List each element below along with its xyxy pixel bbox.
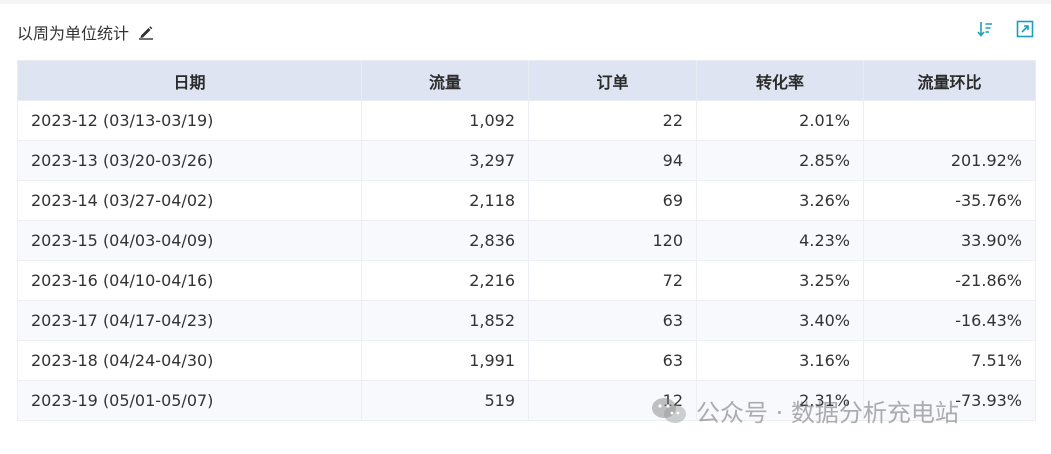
cell-orders: 120 [528,220,697,261]
cell-date: 2023-18 (04/24-04/30) [17,340,362,381]
cell-traffic: 3,297 [361,140,529,181]
cell-date: 2023-19 (05/01-05/07) [17,380,362,421]
cell-date: 2023-14 (03/27-04/02) [17,180,362,221]
cell-date: 2023-15 (04/03-04/09) [17,220,362,261]
cell-orders: 69 [528,180,697,221]
cell-orders: 12 [528,380,697,421]
table-header-row: 日期 流量 订单 转化率 流量环比 [17,60,1036,101]
cell-conversion-rate: 3.26% [696,180,864,221]
weekly-stats-table: 日期 流量 订单 转化率 流量环比 2023-12 (03/13-03/19) … [17,60,1036,421]
cell-traffic: 1,991 [361,340,529,381]
cell-conversion-rate: 3.25% [696,260,864,301]
panel-title-group: 以周为单位统计 [17,20,155,44]
sort-descending-icon[interactable] [975,19,995,39]
table-row: 2023-17 (04/17-04/23) 1,852 63 3.40% -16… [17,300,1036,341]
cell-conversion-rate: 4.23% [696,220,864,261]
cell-conversion-rate: 2.85% [696,140,864,181]
cell-traffic-change: -21.86% [863,260,1036,301]
cell-orders: 63 [528,340,697,381]
panel-header: 以周为单位统计 [17,17,1035,45]
cell-conversion-rate: 3.16% [696,340,864,381]
cell-date: 2023-17 (04/17-04/23) [17,300,362,341]
column-header-traffic-change[interactable]: 流量环比 [863,60,1036,101]
cell-orders: 72 [528,260,697,301]
table-row: 2023-12 (03/13-03/19) 1,092 22 2.01% [17,100,1036,141]
table-row: 2023-18 (04/24-04/30) 1,991 63 3.16% 7.5… [17,340,1036,381]
table-row: 2023-19 (05/01-05/07) 519 12 2.31% -73.9… [17,380,1036,421]
cell-traffic-change: 7.51% [863,340,1036,381]
panel-toolbar [975,19,1035,39]
cell-traffic-change: 33.90% [863,220,1036,261]
cell-traffic-change: 201.92% [863,140,1036,181]
expand-icon[interactable] [1015,19,1035,39]
cell-traffic: 2,118 [361,180,529,221]
cell-conversion-rate: 3.40% [696,300,864,341]
cell-traffic-change [863,100,1036,141]
cell-conversion-rate: 2.31% [696,380,864,421]
cell-traffic-change: -16.43% [863,300,1036,341]
cell-traffic: 2,836 [361,220,529,261]
cell-date: 2023-12 (03/13-03/19) [17,100,362,141]
cell-orders: 94 [528,140,697,181]
table-row: 2023-14 (03/27-04/02) 2,118 69 3.26% -35… [17,180,1036,221]
cell-traffic-change: -35.76% [863,180,1036,221]
pencil-icon[interactable] [137,23,155,41]
panel-title: 以周为单位统计 [17,24,130,43]
cell-traffic: 519 [361,380,529,421]
table-row: 2023-13 (03/20-03/26) 3,297 94 2.85% 201… [17,140,1036,181]
column-header-conversion-rate[interactable]: 转化率 [696,60,864,101]
cell-orders: 22 [528,100,697,141]
cell-date: 2023-16 (04/10-04/16) [17,260,362,301]
table-row: 2023-15 (04/03-04/09) 2,836 120 4.23% 33… [17,220,1036,261]
cell-traffic-change: -73.93% [863,380,1036,421]
top-divider [0,0,1051,4]
cell-traffic: 1,852 [361,300,529,341]
cell-date: 2023-13 (03/20-03/26) [17,140,362,181]
column-header-date[interactable]: 日期 [17,60,362,101]
column-header-orders[interactable]: 订单 [528,60,697,101]
column-header-traffic[interactable]: 流量 [361,60,529,101]
cell-traffic: 2,216 [361,260,529,301]
cell-orders: 63 [528,300,697,341]
table-row: 2023-16 (04/10-04/16) 2,216 72 3.25% -21… [17,260,1036,301]
cell-traffic: 1,092 [361,100,529,141]
cell-conversion-rate: 2.01% [696,100,864,141]
